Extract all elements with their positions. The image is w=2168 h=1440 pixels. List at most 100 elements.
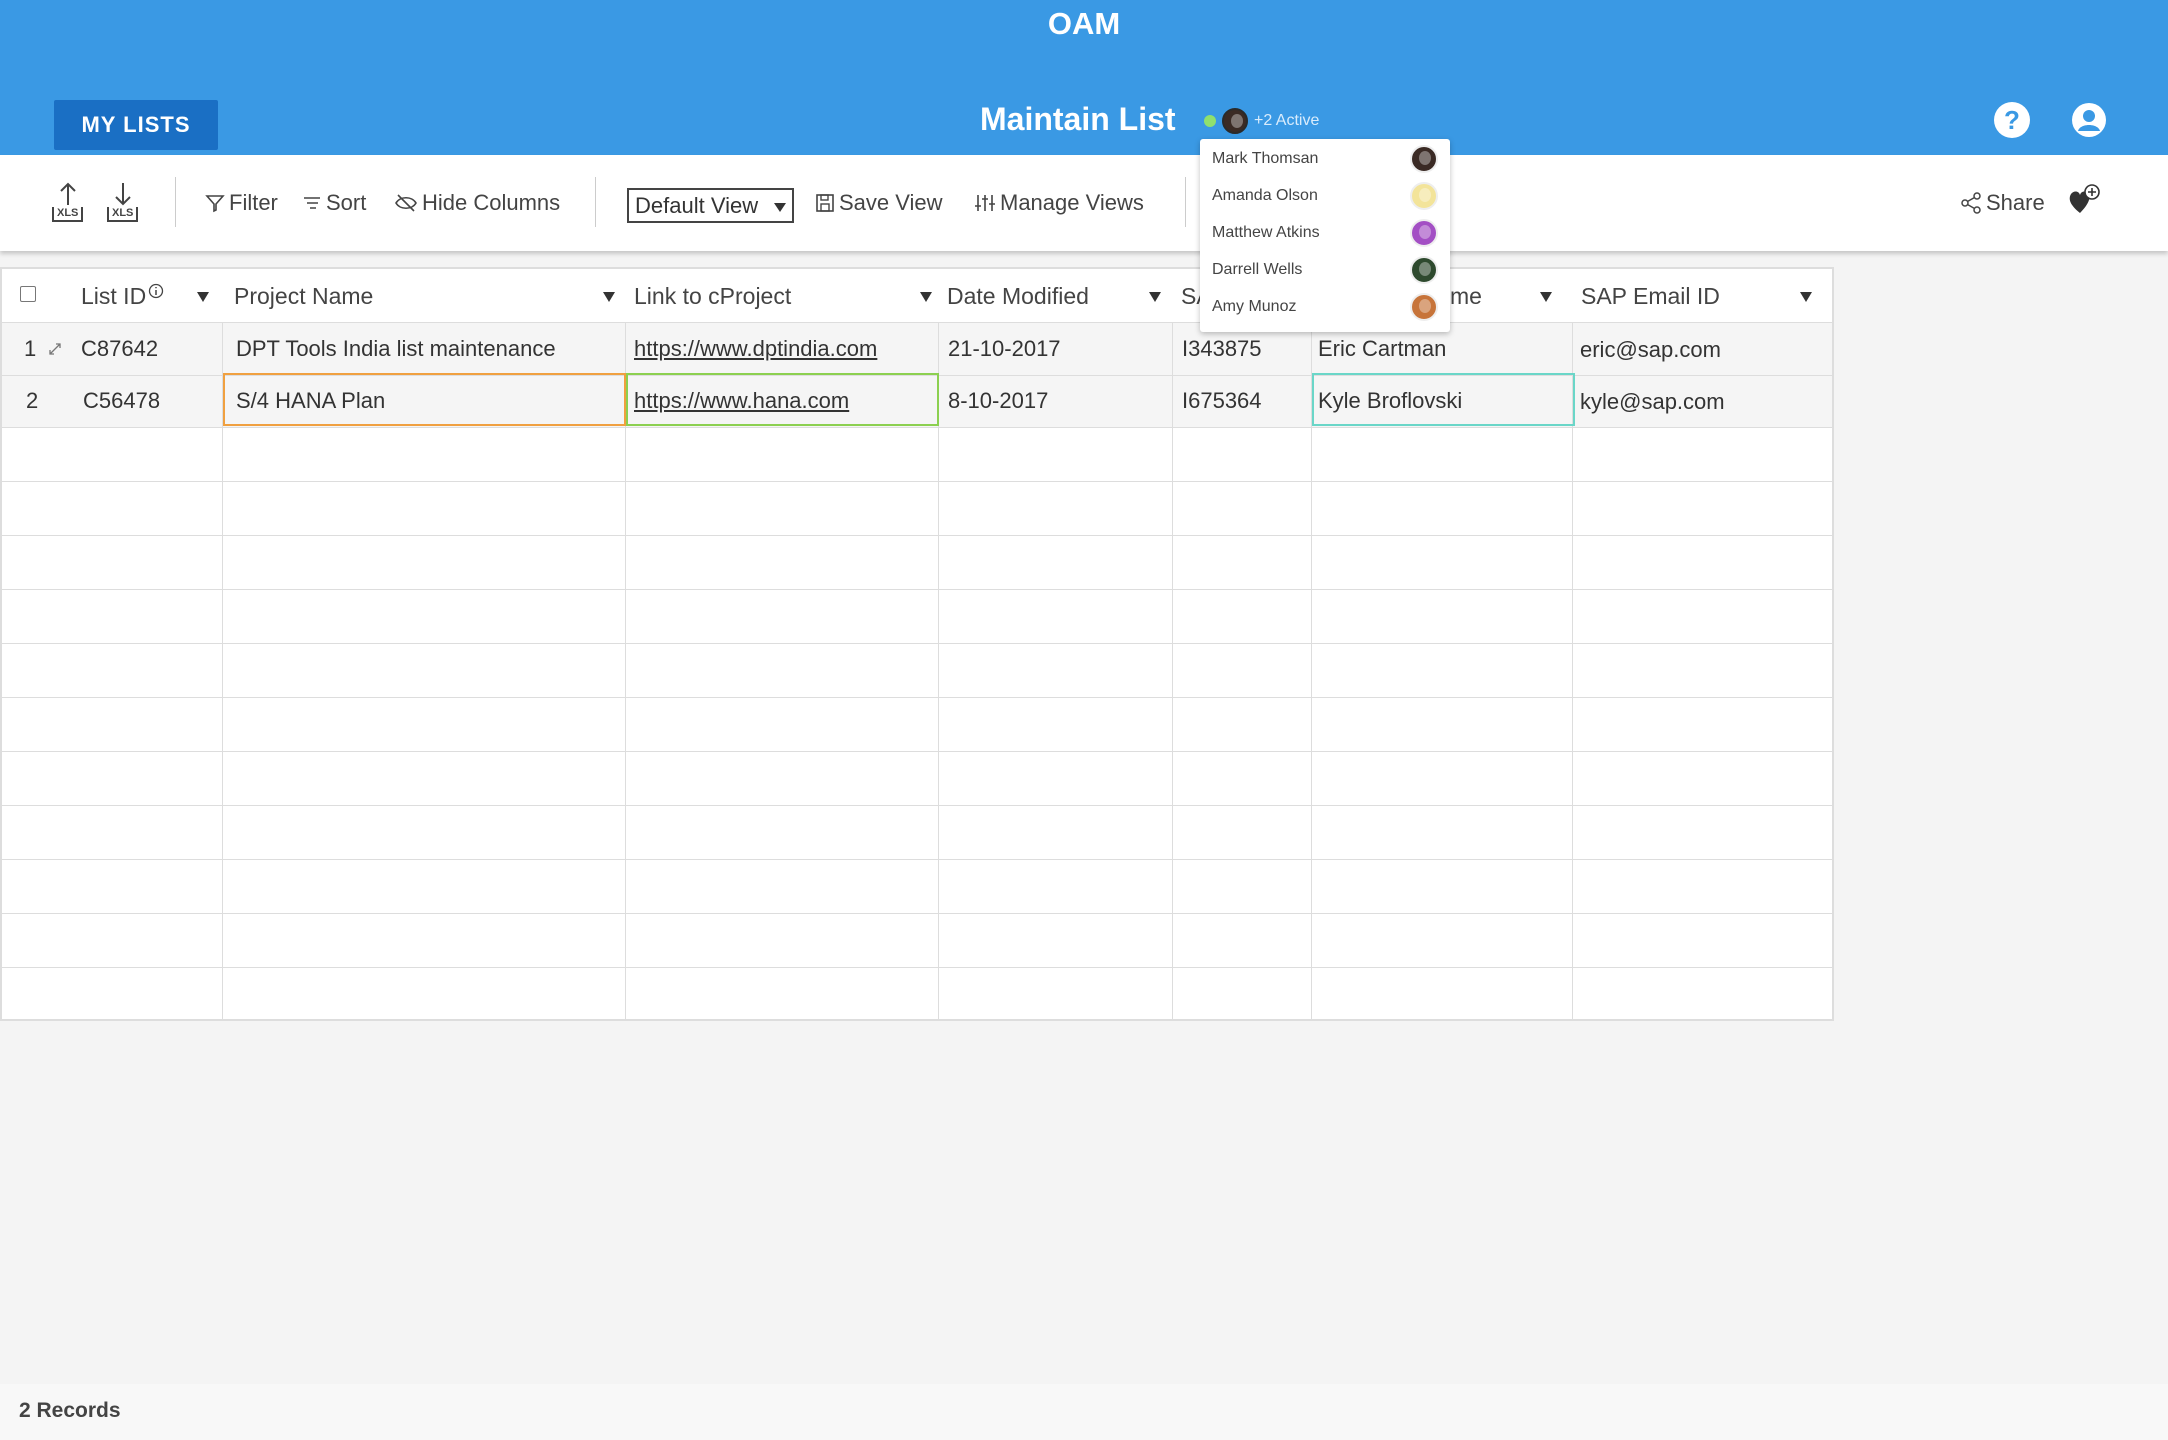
- divider: [175, 177, 176, 227]
- sort-label: Sort: [326, 190, 367, 215]
- avatar: [1410, 182, 1438, 210]
- filter-button[interactable]: Filter: [205, 190, 278, 216]
- share-button[interactable]: Share: [1960, 190, 2045, 216]
- row-divider: [2, 697, 1832, 698]
- save-view-button[interactable]: Save View: [815, 190, 943, 216]
- manage-views-button[interactable]: Manage Views: [974, 190, 1144, 216]
- active-user-name: Darrell Wells: [1212, 261, 1303, 278]
- sort-button[interactable]: Sort: [302, 190, 366, 216]
- share-label: Share: [1986, 190, 2045, 215]
- hide-columns-button[interactable]: Hide Columns: [394, 190, 560, 216]
- column-menu-icon[interactable]: [197, 292, 209, 302]
- active-user-item[interactable]: Mark Thomsan: [1212, 142, 1438, 176]
- eye-off-icon: [395, 194, 417, 212]
- cell-list-id[interactable]: C87642: [75, 323, 158, 375]
- toolbar: XLS XLS Filter Sort Hide Columns Default…: [0, 155, 2168, 251]
- row-divider: [2, 913, 1832, 914]
- header-link[interactable]: Link to cProject: [626, 269, 791, 323]
- header-list-id[interactable]: List ID: [73, 269, 164, 323]
- app-title: OAM: [1047, 6, 1121, 41]
- view-select[interactable]: Default View: [627, 188, 794, 223]
- cell-list-id[interactable]: C56478: [77, 375, 160, 427]
- cell-date[interactable]: 8-10-2017: [942, 375, 1048, 427]
- cell-date[interactable]: 21-10-2017: [942, 323, 1061, 375]
- download-xls-button[interactable]: XLS: [107, 181, 139, 222]
- row-divider: [2, 589, 1832, 590]
- active-user-name: Amanda Olson: [1212, 187, 1318, 204]
- cell-project-name[interactable]: S/4 HANA Plan: [230, 375, 385, 427]
- cell-link[interactable]: https://www.hana.com: [628, 375, 849, 427]
- page-title: Maintain List: [980, 101, 1176, 137]
- help-icon[interactable]: ?: [1994, 102, 2030, 138]
- active-users-popup: Mark Thomsan Amanda Olson Matthew Atkins…: [1200, 139, 1450, 332]
- row-divider: [2, 859, 1832, 860]
- avatar: [1222, 108, 1248, 134]
- cell-project-name[interactable]: DPT Tools India list maintenance: [230, 323, 556, 375]
- avatar: [1410, 219, 1438, 247]
- download-xls-label: XLS: [107, 207, 139, 222]
- active-user-item[interactable]: Amanda Olson: [1212, 179, 1438, 213]
- cell-name[interactable]: Kyle Broflovski: [1312, 375, 1462, 427]
- user-account-icon[interactable]: [2071, 102, 2107, 138]
- filter-label: Filter: [229, 190, 278, 215]
- active-user-item[interactable]: Amy Munoz: [1212, 290, 1438, 324]
- manage-views-label: Manage Views: [1000, 190, 1144, 215]
- sort-icon: [304, 197, 320, 209]
- favorite-add-icon[interactable]: [2066, 183, 2102, 217]
- cell-email[interactable]: eric@sap.com: [1574, 324, 1721, 376]
- upload-xls-button[interactable]: XLS: [52, 181, 84, 222]
- row-divider: [2, 643, 1832, 644]
- active-user-name: Amy Munoz: [1212, 298, 1297, 315]
- row-divider: [2, 751, 1832, 752]
- row-divider: [2, 535, 1832, 536]
- hide-columns-label: Hide Columns: [422, 190, 561, 215]
- info-icon[interactable]: [148, 283, 164, 299]
- share-icon: [1961, 192, 1981, 214]
- avatar: [1410, 145, 1438, 173]
- active-count: +2 Active: [1254, 112, 1320, 129]
- header-project-name[interactable]: Project Name: [226, 269, 373, 323]
- my-lists-button[interactable]: MY LISTS: [54, 100, 218, 150]
- row-divider: [2, 427, 1832, 428]
- row-divider: [2, 481, 1832, 482]
- select-all-checkbox[interactable]: [20, 286, 36, 302]
- expand-row-icon[interactable]: [47, 341, 63, 357]
- active-user-item[interactable]: Darrell Wells: [1212, 253, 1438, 287]
- record-count: 2 Records: [19, 1399, 121, 1422]
- online-dot-icon: [1204, 115, 1216, 127]
- view-select-value: Default View: [635, 192, 759, 218]
- app-header: OAM MY LISTS Maintain List +2 Active ?: [0, 0, 2168, 155]
- avatar: [1410, 256, 1438, 284]
- column-menu-icon[interactable]: [603, 292, 615, 302]
- column-menu-icon[interactable]: [1800, 292, 1812, 302]
- avatar: [1410, 293, 1438, 321]
- header-label: List ID: [81, 282, 147, 309]
- header-sap-email[interactable]: SAP Email ID: [1573, 269, 1720, 323]
- save-icon: [816, 194, 834, 212]
- status-bar: 2 Records: [0, 1384, 2168, 1440]
- row-divider: [2, 967, 1832, 968]
- upload-arrow-icon: [59, 182, 76, 205]
- active-user-item[interactable]: Matthew Atkins: [1212, 216, 1438, 250]
- upload-xls-label: XLS: [52, 207, 84, 222]
- active-users-indicator[interactable]: +2 Active: [1204, 106, 1319, 136]
- divider: [1185, 177, 1186, 227]
- row-number: 1: [24, 336, 37, 361]
- download-arrow-icon: [114, 183, 131, 206]
- chevron-down-icon: [774, 203, 786, 212]
- divider: [595, 177, 596, 227]
- cell-sap-id[interactable]: I675364: [1176, 375, 1262, 427]
- row-divider: [2, 805, 1832, 806]
- column-menu-icon[interactable]: [1540, 292, 1552, 302]
- save-view-label: Save View: [839, 190, 943, 215]
- sliders-icon: [975, 195, 995, 211]
- header-date-modified[interactable]: Date Modified: [939, 269, 1089, 323]
- active-user-name: Matthew Atkins: [1212, 224, 1320, 241]
- cell-link[interactable]: https://www.dptindia.com: [628, 323, 877, 375]
- cell-email[interactable]: kyle@sap.com: [1574, 376, 1725, 428]
- table-header: List ID Project Name Link to cProject Da…: [2, 269, 1832, 323]
- column-menu-icon[interactable]: [1149, 292, 1161, 302]
- active-user-name: Mark Thomsan: [1212, 150, 1319, 167]
- data-grid: List ID Project Name Link to cProject Da…: [0, 267, 1834, 1021]
- column-menu-icon[interactable]: [920, 292, 932, 302]
